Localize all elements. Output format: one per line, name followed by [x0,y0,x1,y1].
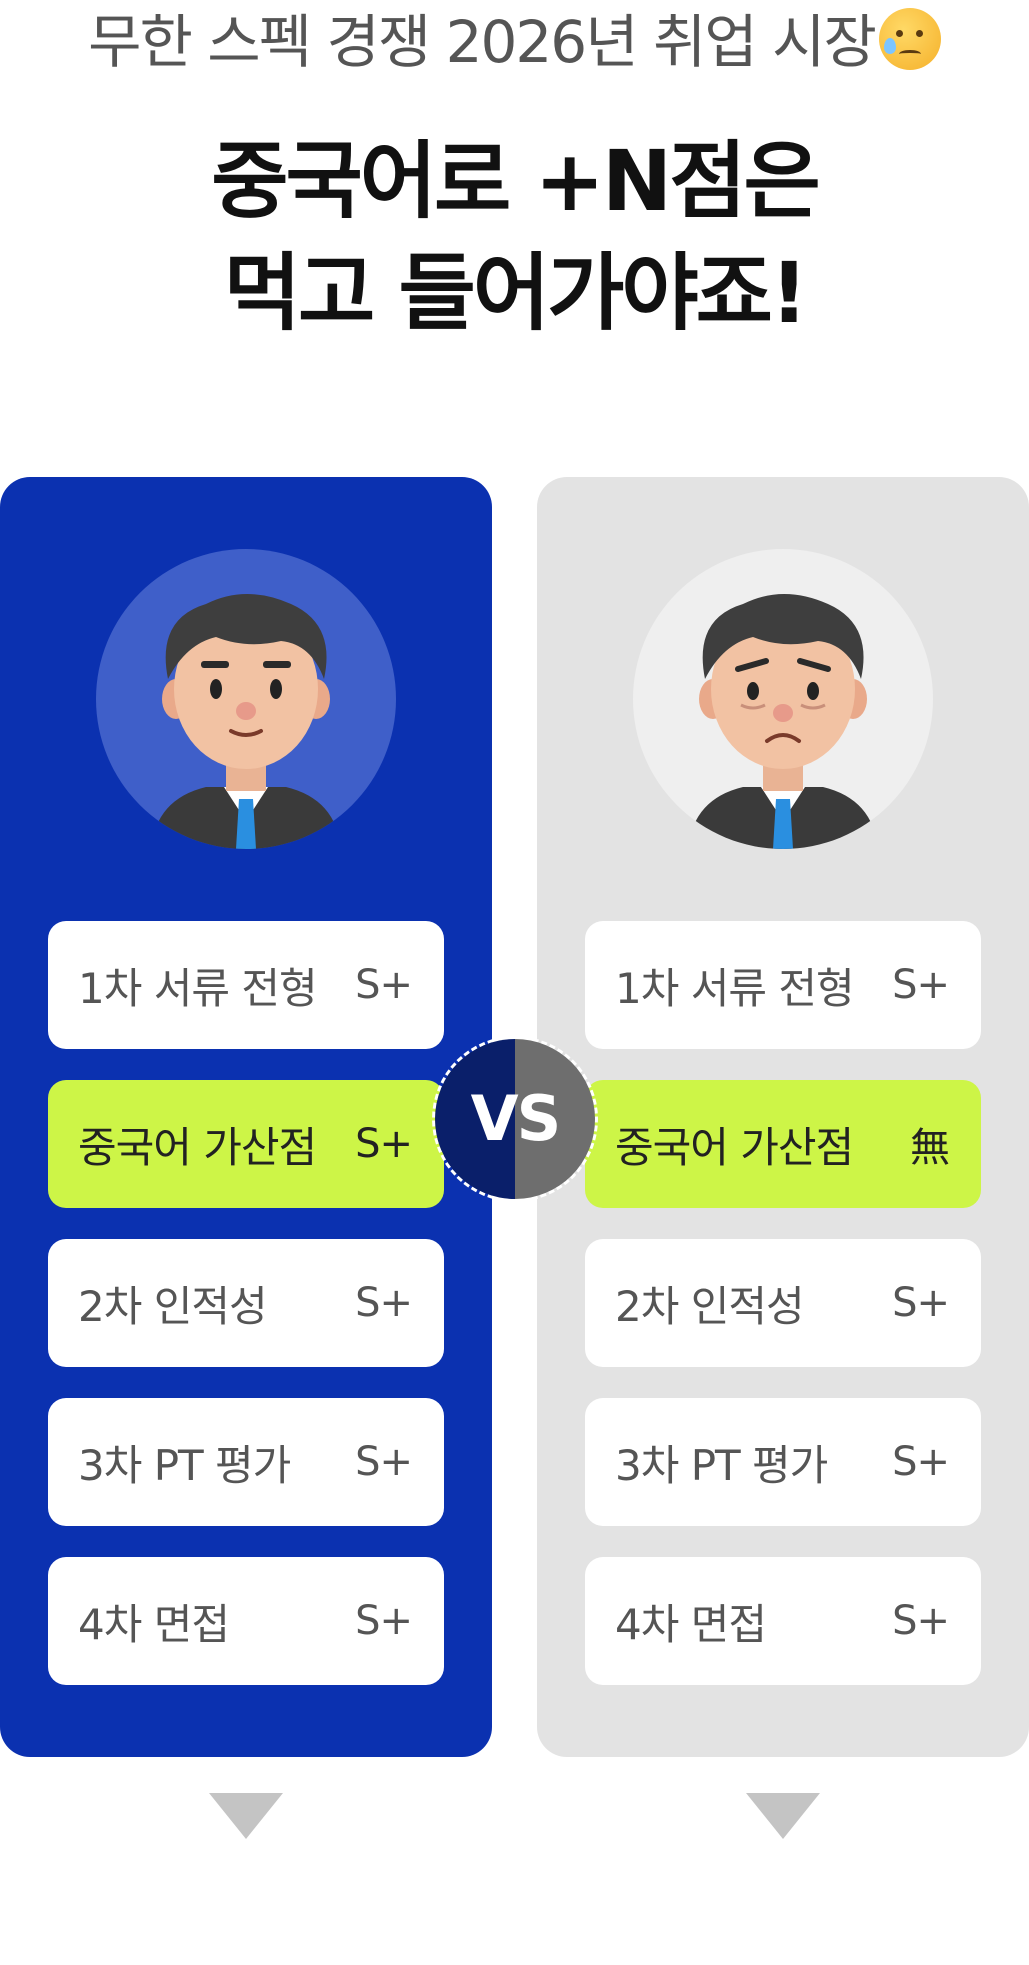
vs-label: VS [470,1082,562,1155]
headline-line-2: 먹고 들어가야죠! [223,244,809,342]
row-value: S+ [355,1280,413,1326]
row-value: S+ [892,962,950,1008]
subtitle-text: 무한 스펙 경쟁 2026년 취업 시장 [88,8,877,76]
right-row-interview: 4차 면접 S+ [585,1557,981,1685]
vs-badge: VS [432,1036,598,1202]
row-label: 중국어 가산점 [615,1122,854,1172]
row-label: 3차 PT 평가 [78,1440,291,1490]
right-score-list: 1차 서류 전형 S+ 중국어 가산점 無 2차 인적성 S+ 3차 PT 평가 S+ … [585,921,981,1716]
row-value: S+ [892,1280,950,1326]
row-label: 2차 인적성 [78,1281,268,1331]
smiling-man-avatar [96,549,396,849]
left-score-list: 1차 서류 전형 S+ 중국어 가산점 S+ 2차 인적성 S+ 3차 PT 평가 S+… [48,921,444,1716]
row-label: 중국어 가산점 [78,1122,317,1172]
page-subtitle: 무한 스펙 경쟁 2026년 취업 시장 [0,2,1029,82]
right-row-chinese-bonus: 중국어 가산점 無 [585,1080,981,1208]
row-label: 1차 서류 전형 [615,963,855,1013]
left-row-document: 1차 서류 전형 S+ [48,921,444,1049]
triangle-down-icon [746,1793,820,1839]
crying-face-icon [878,8,941,70]
row-value: S+ [355,1439,413,1485]
row-value: S+ [355,1598,413,1644]
right-row-document: 1차 서류 전형 S+ [585,921,981,1049]
worried-man-avatar [633,549,933,849]
right-row-aptitude: 2차 인적성 S+ [585,1239,981,1367]
right-comparison-panel: 1차 서류 전형 S+ 중국어 가산점 無 2차 인적성 S+ 3차 PT 평가 S+ … [537,477,1029,1757]
triangle-down-icon [209,1793,283,1839]
row-value: S+ [892,1439,950,1485]
row-label: 3차 PT 평가 [615,1440,828,1490]
right-row-pt: 3차 PT 평가 S+ [585,1398,981,1526]
page-headline: 중국어로 +N점은 먹고 들어가야죠! [0,125,1029,349]
row-label: 4차 면접 [78,1599,230,1649]
row-value: 無 [910,1125,950,1171]
left-row-pt: 3차 PT 평가 S+ [48,1398,444,1526]
row-value: S+ [355,962,413,1008]
left-row-chinese-bonus: 중국어 가산점 S+ [48,1080,444,1208]
row-value: S+ [355,1121,413,1167]
row-label: 1차 서류 전형 [78,963,318,1013]
left-row-aptitude: 2차 인적성 S+ [48,1239,444,1367]
left-comparison-panel: 1차 서류 전형 S+ 중국어 가산점 S+ 2차 인적성 S+ 3차 PT 평가 S+… [0,477,492,1757]
row-label: 4차 면접 [615,1599,767,1649]
left-row-interview: 4차 면접 S+ [48,1557,444,1685]
row-label: 2차 인적성 [615,1281,805,1331]
headline-line-1: 중국어로 +N점은 [211,132,821,230]
row-value: S+ [892,1598,950,1644]
